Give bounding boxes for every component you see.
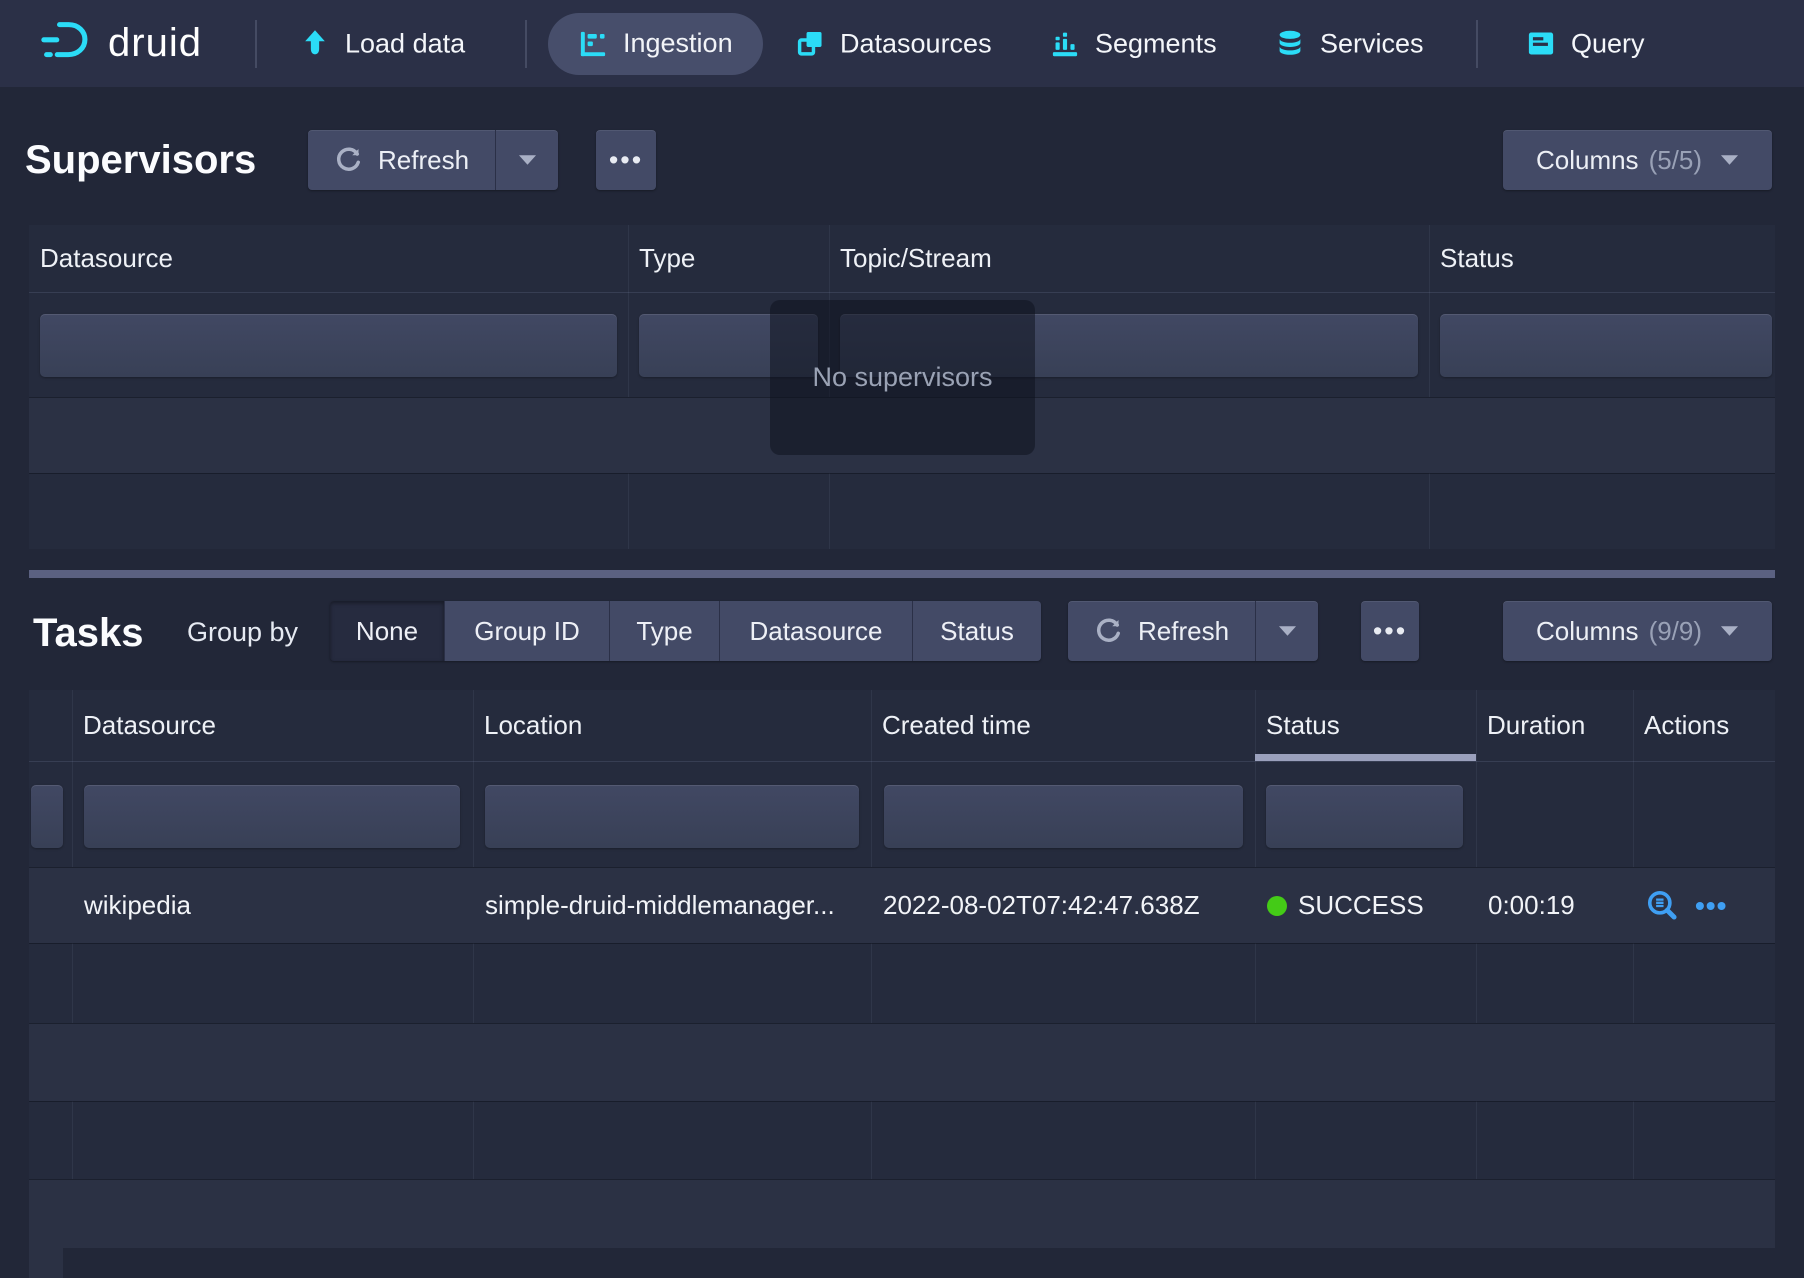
query-icon [1526, 29, 1556, 59]
header-duration[interactable]: Duration [1476, 710, 1633, 741]
datasources-icon [795, 29, 825, 59]
columns-count: (5/5) [1649, 145, 1702, 176]
cell-actions: ••• [1633, 888, 1775, 924]
nav-divider [255, 20, 257, 68]
columns-count: (9/9) [1649, 616, 1702, 647]
ingestion-chart-icon [578, 29, 608, 59]
group-by-type-button[interactable]: Type [610, 601, 720, 661]
nav-item-services[interactable]: Services [1275, 28, 1424, 59]
supervisors-title: Supervisors [25, 138, 256, 183]
refresh-button-label: Refresh [1138, 616, 1229, 647]
table-row-empty [29, 473, 1775, 549]
nav-item-label: Load data [345, 28, 465, 59]
refresh-icon [1094, 616, 1124, 646]
filter-input-created-time[interactable] [884, 785, 1243, 848]
filter-input-status[interactable] [1266, 785, 1463, 848]
header-created-time[interactable]: Created time [871, 710, 1255, 741]
nav-divider [525, 20, 527, 68]
group-by-label: Group by [187, 617, 298, 648]
group-by-button-group: None Group ID Type Datasource Status [330, 601, 1041, 661]
chevron-down-icon [518, 154, 537, 166]
nav-item-label: Segments [1095, 28, 1217, 59]
table-row[interactable]: wikipedia simple-druid-middlemanager... … [29, 867, 1775, 943]
filter-input-location[interactable] [485, 785, 859, 848]
row-more-actions-icon[interactable]: ••• [1695, 890, 1727, 922]
nav-item-query[interactable]: Query [1526, 28, 1645, 59]
table-row-empty [29, 1101, 1775, 1179]
supervisors-refresh-button[interactable]: Refresh [308, 130, 558, 190]
druid-logo-icon [38, 20, 94, 68]
header-actions[interactable]: Actions [1633, 710, 1775, 741]
ellipsis-icon: ••• [1373, 616, 1407, 647]
header-location[interactable]: Location [473, 710, 871, 741]
supervisors-columns-button[interactable]: Columns (5/5) [1503, 130, 1772, 190]
group-by-group-id-button[interactable]: Group ID [445, 601, 610, 661]
no-supervisors-message: No supervisors [770, 300, 1035, 455]
supervisors-more-button[interactable]: ••• [596, 130, 656, 190]
filter-input-datasource[interactable] [84, 785, 460, 848]
refresh-dropdown-button[interactable] [1255, 601, 1318, 661]
tasks-title: Tasks [33, 611, 143, 656]
tasks-refresh-button[interactable]: Refresh [1068, 601, 1318, 661]
header-datasource[interactable]: Datasource [72, 710, 473, 741]
header-type[interactable]: Type [628, 243, 829, 274]
segments-icon [1050, 29, 1080, 59]
columns-button-label: Columns [1536, 145, 1639, 176]
tasks-table-header: Datasource Location Created time Status … [29, 690, 1775, 762]
nav-item-label: Query [1571, 28, 1645, 59]
group-by-none-button[interactable]: None [330, 601, 445, 661]
section-resize-handle[interactable] [29, 570, 1775, 578]
chevron-down-icon [1720, 625, 1739, 637]
upload-icon [300, 29, 330, 59]
magnifier-lines-icon[interactable] [1645, 888, 1681, 924]
header-datasource[interactable]: Datasource [29, 243, 628, 274]
nav-item-datasources[interactable]: Datasources [795, 28, 992, 59]
table-left-gutter-row [29, 1248, 63, 1278]
group-by-datasource-button[interactable]: Datasource [720, 601, 913, 661]
header-status-sorted[interactable]: Status [1255, 710, 1476, 741]
chevron-down-icon [1278, 625, 1297, 637]
group-by-status-button[interactable]: Status [913, 601, 1041, 661]
nav-item-label: Services [1320, 28, 1424, 59]
chevron-down-icon [1720, 154, 1739, 166]
status-success-dot [1267, 896, 1287, 916]
nav-item-segments[interactable]: Segments [1050, 28, 1217, 59]
columns-button-label: Columns [1536, 616, 1639, 647]
nav-item-label: Ingestion [623, 28, 733, 59]
cell-location: simple-druid-middlemanager... [473, 890, 871, 921]
druid-console: druid Load data Ingestio [0, 0, 1804, 1278]
cell-created-time: 2022-08-02T07:42:47.638Z [871, 890, 1255, 921]
tasks-table: Datasource Location Created time Status … [29, 690, 1775, 1248]
tasks-more-button[interactable]: ••• [1361, 601, 1419, 661]
status-label: SUCCESS [1298, 890, 1424, 921]
services-database-icon [1275, 29, 1305, 59]
cell-datasource: wikipedia [72, 890, 473, 921]
sort-indicator [1255, 754, 1476, 761]
header-status[interactable]: Status [1429, 243, 1772, 274]
nav-item-load-data[interactable]: Load data [300, 28, 465, 59]
header-topic-stream[interactable]: Topic/Stream [829, 243, 1429, 274]
supervisors-table-header: Datasource Type Topic/Stream Status [29, 225, 1775, 293]
table-row-empty [29, 1023, 1775, 1101]
tasks-columns-button[interactable]: Columns (9/9) [1503, 601, 1772, 661]
refresh-icon [334, 145, 364, 175]
top-nav-bar: druid Load data Ingestio [0, 0, 1804, 87]
refresh-dropdown-button[interactable] [495, 130, 558, 190]
cell-status: SUCCESS [1255, 890, 1476, 921]
tasks-filter-row [29, 762, 1775, 867]
refresh-button-label: Refresh [378, 145, 469, 176]
brand-wordmark: druid [108, 21, 202, 66]
filter-input-status[interactable] [1440, 314, 1772, 377]
table-row-empty [29, 1179, 1775, 1248]
table-row-empty [29, 943, 1775, 1023]
nav-item-label: Datasources [840, 28, 992, 59]
filter-input-datasource[interactable] [40, 314, 617, 377]
druid-logo[interactable]: druid [38, 20, 202, 68]
nav-item-ingestion-active[interactable]: Ingestion [548, 13, 763, 75]
nav-divider [1476, 20, 1478, 68]
cell-duration: 0:00:19 [1476, 890, 1633, 921]
ellipsis-icon: ••• [609, 145, 643, 176]
filter-input-gutter[interactable] [31, 785, 63, 848]
